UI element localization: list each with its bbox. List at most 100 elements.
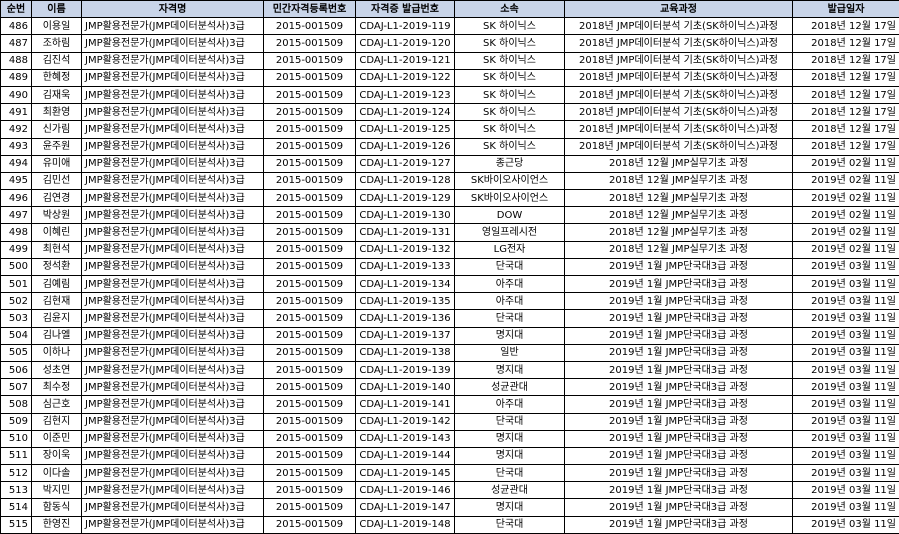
cell-qualification[interactable]: JMP활용전문가(JMP데이터분석사)3급 (82, 35, 264, 52)
cell-issue-date[interactable]: 2019년 02월 11일 (793, 241, 899, 258)
cell-certificate-no[interactable]: CDAJ-L1-2019-145 (356, 465, 455, 482)
cell-qualification[interactable]: JMP활용전문가(JMP데이터분석사)3급 (82, 293, 264, 310)
cell-name[interactable]: 김민선 (32, 172, 82, 189)
cell-qualification[interactable]: JMP활용전문가(JMP데이터분석사)3급 (82, 516, 264, 533)
cell-qualification[interactable]: JMP활용전문가(JMP데이터분석사)3급 (82, 207, 264, 224)
cell-certificate-no[interactable]: CDAJ-L1-2019-131 (356, 224, 455, 241)
cell-registration[interactable]: 2015-001509 (264, 396, 356, 413)
cell-no[interactable]: 492 (1, 121, 32, 138)
cell-name[interactable]: 성초연 (32, 361, 82, 378)
cell-qualification[interactable]: JMP활용전문가(JMP데이터분석사)3급 (82, 52, 264, 69)
cell-registration[interactable]: 2015-001509 (264, 499, 356, 516)
cell-qualification[interactable]: JMP활용전문가(JMP데이터분석사)3급 (82, 413, 264, 430)
cell-qualification[interactable]: JMP활용전문가(JMP데이터분석사)3급 (82, 224, 264, 241)
cell-qualification[interactable]: JMP활용전문가(JMP데이터분석사)3급 (82, 121, 264, 138)
table-row[interactable]: 502김현재JMP활용전문가(JMP데이터분석사)3급2015-001509CD… (1, 293, 899, 310)
cell-certificate-no[interactable]: CDAJ-L1-2019-130 (356, 207, 455, 224)
cell-course[interactable]: 2019년 1월 JMP단국대3급 과정 (565, 276, 793, 293)
cell-issue-date[interactable]: 2018년 12월 17일 (793, 35, 899, 52)
cell-name[interactable]: 김예림 (32, 276, 82, 293)
cell-registration[interactable]: 2015-001509 (264, 293, 356, 310)
cell-course[interactable]: 2018년 12월 JMP실무기초 과정 (565, 155, 793, 172)
cell-issue-date[interactable]: 2019년 02월 11일 (793, 172, 899, 189)
cell-certificate-no[interactable]: CDAJ-L1-2019-146 (356, 482, 455, 499)
cell-registration[interactable]: 2015-001509 (264, 310, 356, 327)
cell-course[interactable]: 2019년 1월 JMP단국대3급 과정 (565, 465, 793, 482)
cell-certificate-no[interactable]: CDAJ-L1-2019-132 (356, 241, 455, 258)
cell-certificate-no[interactable]: CDAJ-L1-2019-123 (356, 86, 455, 103)
cell-qualification[interactable]: JMP활용전문가(JMP데이터분석사)3급 (82, 310, 264, 327)
cell-affiliation[interactable]: SK 하이닉스 (455, 35, 565, 52)
cell-name[interactable]: 이혜린 (32, 224, 82, 241)
cell-affiliation[interactable]: 단국대 (455, 516, 565, 533)
cell-affiliation[interactable]: SK 하이닉스 (455, 69, 565, 86)
table-row[interactable]: 500정석환JMP활용전문가(JMP데이터분석사)3급2015-001509CD… (1, 258, 899, 275)
cell-registration[interactable]: 2015-001509 (264, 207, 356, 224)
cell-registration[interactable]: 2015-001509 (264, 276, 356, 293)
cell-qualification[interactable]: JMP활용전문가(JMP데이터분석사)3급 (82, 396, 264, 413)
col-header-issue-date[interactable]: 발급일자 (793, 1, 899, 18)
cell-issue-date[interactable]: 2018년 12월 17일 (793, 138, 899, 155)
cell-affiliation[interactable]: 성균관대 (455, 379, 565, 396)
col-header-no[interactable]: 순번 (1, 1, 32, 18)
cell-certificate-no[interactable]: CDAJ-L1-2019-140 (356, 379, 455, 396)
cell-issue-date[interactable]: 2018년 12월 17일 (793, 18, 899, 35)
cell-certificate-no[interactable]: CDAJ-L1-2019-139 (356, 361, 455, 378)
cell-affiliation[interactable]: 아주대 (455, 293, 565, 310)
cell-affiliation[interactable]: 명지대 (455, 447, 565, 464)
cell-registration[interactable]: 2015-001509 (264, 35, 356, 52)
cell-certificate-no[interactable]: CDAJ-L1-2019-137 (356, 327, 455, 344)
cell-qualification[interactable]: JMP활용전문가(JMP데이터분석사)3급 (82, 86, 264, 103)
cell-affiliation[interactable]: 단국대 (455, 465, 565, 482)
cell-course[interactable]: 2018년 JMP데이터분석 기초(SK하이닉스)과정 (565, 104, 793, 121)
cell-registration[interactable]: 2015-001509 (264, 482, 356, 499)
cell-course[interactable]: 2018년 JMP데이터분석 기초(SK하이닉스)과정 (565, 35, 793, 52)
cell-certificate-no[interactable]: CDAJ-L1-2019-122 (356, 69, 455, 86)
cell-certificate-no[interactable]: CDAJ-L1-2019-141 (356, 396, 455, 413)
cell-registration[interactable]: 2015-001509 (264, 138, 356, 155)
cell-course[interactable]: 2019년 1월 JMP단국대3급 과정 (565, 327, 793, 344)
cell-certificate-no[interactable]: CDAJ-L1-2019-126 (356, 138, 455, 155)
cell-no[interactable]: 495 (1, 172, 32, 189)
cell-qualification[interactable]: JMP활용전문가(JMP데이터분석사)3급 (82, 327, 264, 344)
cell-no[interactable]: 512 (1, 465, 32, 482)
table-row[interactable]: 496김연경JMP활용전문가(JMP데이터분석사)3급2015-001509CD… (1, 190, 899, 207)
cell-affiliation[interactable]: 명지대 (455, 361, 565, 378)
cell-affiliation[interactable]: 영일프레시전 (455, 224, 565, 241)
cell-course[interactable]: 2019년 1월 JMP단국대3급 과정 (565, 310, 793, 327)
table-row[interactable]: 489한혜정JMP활용전문가(JMP데이터분석사)3급2015-001509CD… (1, 69, 899, 86)
cell-issue-date[interactable]: 2019년 03월 11일 (793, 396, 899, 413)
table-row[interactable]: 488김진석JMP활용전문가(JMP데이터분석사)3급2015-001509CD… (1, 52, 899, 69)
table-row[interactable]: 495김민선JMP활용전문가(JMP데이터분석사)3급2015-001509CD… (1, 172, 899, 189)
cell-name[interactable]: 이용일 (32, 18, 82, 35)
cell-course[interactable]: 2018년 12월 JMP실무기초 과정 (565, 172, 793, 189)
cell-no[interactable]: 489 (1, 69, 32, 86)
table-row[interactable]: 491최환영JMP활용전문가(JMP데이터분석사)3급2015-001509CD… (1, 104, 899, 121)
cell-no[interactable]: 499 (1, 241, 32, 258)
cell-name[interactable]: 김윤지 (32, 310, 82, 327)
cell-course[interactable]: 2019년 1월 JMP단국대3급 과정 (565, 344, 793, 361)
cell-no[interactable]: 487 (1, 35, 32, 52)
table-row[interactable]: 497박상원JMP활용전문가(JMP데이터분석사)3급2015-001509CD… (1, 207, 899, 224)
cell-name[interactable]: 최환영 (32, 104, 82, 121)
cell-no[interactable]: 491 (1, 104, 32, 121)
cell-qualification[interactable]: JMP활용전문가(JMP데이터분석사)3급 (82, 430, 264, 447)
cell-issue-date[interactable]: 2018년 12월 17일 (793, 86, 899, 103)
cell-name[interactable]: 조하림 (32, 35, 82, 52)
cell-issue-date[interactable]: 2019년 03월 11일 (793, 430, 899, 447)
table-row[interactable]: 501김예림JMP활용전문가(JMP데이터분석사)3급2015-001509CD… (1, 276, 899, 293)
cell-certificate-no[interactable]: CDAJ-L1-2019-138 (356, 344, 455, 361)
cell-affiliation[interactable]: 명지대 (455, 430, 565, 447)
cell-certificate-no[interactable]: CDAJ-L1-2019-125 (356, 121, 455, 138)
cell-registration[interactable]: 2015-001509 (264, 69, 356, 86)
cell-registration[interactable]: 2015-001509 (264, 18, 356, 35)
cell-issue-date[interactable]: 2019년 03월 11일 (793, 344, 899, 361)
cell-no[interactable]: 494 (1, 155, 32, 172)
cell-no[interactable]: 486 (1, 18, 32, 35)
cell-qualification[interactable]: JMP활용전문가(JMP데이터분석사)3급 (82, 379, 264, 396)
cell-no[interactable]: 496 (1, 190, 32, 207)
cell-name[interactable]: 한영진 (32, 516, 82, 533)
cell-affiliation[interactable]: SK바이오사이언스 (455, 172, 565, 189)
cell-affiliation[interactable]: DOW (455, 207, 565, 224)
cell-issue-date[interactable]: 2019년 03월 11일 (793, 361, 899, 378)
